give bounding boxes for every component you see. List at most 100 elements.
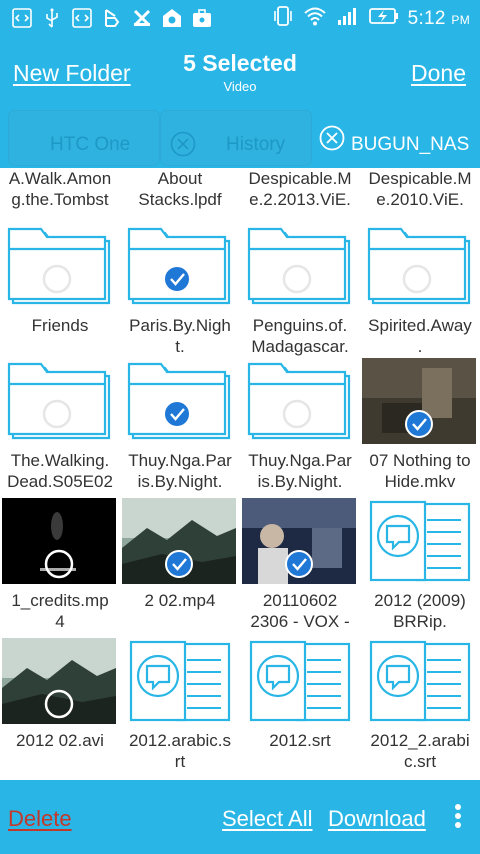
system-icons: 5:12 PM: [272, 5, 470, 32]
video-item[interactable]: 07 Nothing to Hide.mkv: [360, 358, 480, 498]
item-name: Penguins.of. Madagascar.: [251, 316, 349, 356]
item-thumbnail: [245, 638, 355, 724]
vibrate-icon: [272, 5, 294, 32]
download-button[interactable]: Download: [328, 806, 426, 832]
selection-count: 5 Selected: [183, 50, 297, 76]
select-all-button[interactable]: Select All: [222, 806, 313, 832]
folder-icon: [127, 227, 231, 305]
subtitle-file-item[interactable]: 2012 (2009) BRRip.: [360, 498, 480, 638]
item-name: 2012.arabic.s rt: [128, 731, 232, 771]
delete-button[interactable]: Delete: [8, 806, 72, 832]
folder-item[interactable]: Friends: [0, 223, 120, 363]
folder-item[interactable]: The.Walking. Dead.S05E02: [0, 358, 120, 498]
item-thumbnail: [245, 223, 355, 309]
folder-icon: [367, 227, 471, 305]
subtitle-file-item[interactable]: 2012_2.arabi c.srt: [360, 638, 480, 778]
video-item[interactable]: 20110602 2306 - VOX -: [240, 498, 360, 638]
clock-time: 5:12: [407, 7, 446, 29]
x-app-icon: [130, 6, 154, 30]
category-label: Video: [223, 79, 257, 94]
item-name: About Stacks.lpdf: [138, 169, 222, 209]
tab-label: History: [226, 134, 286, 155]
folder-item[interactable]: Spirited.Away.: [360, 223, 480, 363]
status-bar: 5:12 PM: [0, 0, 480, 36]
folder-icon: [7, 227, 111, 305]
code-icon: [10, 6, 34, 30]
overflow-menu-icon[interactable]: [454, 804, 462, 830]
done-button[interactable]: Done: [411, 60, 466, 87]
device-tabs: HTC One History BUGUN_NAS: [0, 106, 480, 168]
file-grid: A.Walk.Amon g.the.Tombst About Stacks.lpdf D…: [0, 168, 480, 780]
video-thumbnail: [122, 498, 236, 584]
folder-item[interactable]: Thuy.Nga.Par is.By.Night.: [240, 358, 360, 498]
item-name: 20110602 2306 - VOX -: [250, 591, 350, 631]
video-thumbnail: [242, 498, 356, 584]
new-folder-button[interactable]: New Folder: [13, 60, 131, 87]
app-header: New Folder 5 Selected Video Done: [0, 36, 480, 106]
item-name: 1_credits.mp 4: [11, 591, 109, 631]
item-thumbnail: [362, 358, 476, 444]
usb-icon: [40, 6, 64, 30]
item-name: Paris.By.Nigh t.: [129, 316, 231, 356]
folder-item[interactable]: Thuy.Nga.Par is.By.Night.: [120, 358, 240, 498]
bluetooth-app-icon: [100, 6, 124, 30]
item-name: 2012 (2009) BRRip.: [374, 591, 466, 631]
item-thumbnail: [125, 358, 235, 444]
tab-label: HTC One: [50, 134, 131, 155]
briefcase-icon: [190, 6, 214, 30]
item-thumbnail: [365, 223, 475, 309]
selected-check-icon: [405, 410, 433, 438]
folder-icon: [127, 362, 231, 440]
item-name: 2 02.mp4: [144, 591, 216, 610]
item-thumbnail: [2, 498, 116, 584]
video-item[interactable]: 2012 02.avi: [0, 638, 120, 778]
item-name: Thuy.Nga.Par is.By.Night.: [248, 451, 352, 491]
tab-history[interactable]: History: [160, 110, 312, 166]
video-item[interactable]: 1_credits.mp 4: [0, 498, 120, 638]
tab-label: BUGUN_NAS: [351, 134, 470, 155]
tab-bugun-nas[interactable]: BUGUN_NAS: [313, 110, 471, 166]
selected-check-icon: [285, 550, 313, 578]
item-name: 2012.srt: [269, 731, 331, 750]
subtitle-file-icon: [369, 640, 471, 722]
folder-item[interactable]: Penguins.of. Madagascar.: [240, 223, 360, 363]
item-thumbnail: [125, 223, 235, 309]
close-tab-icon[interactable]: [319, 125, 345, 151]
subtitle-file-item[interactable]: 2012.arabic.s rt: [120, 638, 240, 778]
home-shield-icon: [160, 6, 184, 30]
clock: 5:12 PM: [408, 8, 470, 30]
selected-check-icon: [163, 265, 191, 293]
subtitle-file-icon: [129, 640, 231, 722]
tab-htc-one[interactable]: HTC One: [8, 110, 160, 166]
folder-icon: [247, 227, 351, 305]
item-thumbnail: [125, 638, 235, 724]
notification-icons: [10, 6, 214, 30]
item-name: Friends: [31, 316, 89, 335]
selection-summary: 5 Selected Video: [150, 50, 330, 94]
close-tab-icon[interactable]: [170, 131, 196, 157]
folder-icon: [7, 362, 111, 440]
folder-item[interactable]: Paris.By.Nigh t.: [120, 223, 240, 363]
selected-check-icon: [163, 400, 191, 428]
item-name: 2012 02.avi: [16, 731, 104, 750]
item-name: A.Walk.Amon g.the.Tombst: [8, 169, 112, 209]
item-name: 2012_2.arabi c.srt: [370, 731, 470, 771]
signal-icon: [336, 5, 360, 32]
item-thumbnail: [2, 638, 116, 724]
item-name: Despicable.M e.2010.ViE.: [368, 169, 472, 209]
bottom-action-bar: Delete Select All Download: [0, 780, 480, 854]
video-thumbnail: [2, 638, 116, 724]
item-thumbnail: [5, 223, 115, 309]
item-thumbnail: [365, 638, 475, 724]
item-thumbnail: [365, 498, 475, 584]
video-thumbnail: [2, 498, 116, 584]
selected-check-icon: [165, 550, 193, 578]
subtitle-file-item[interactable]: 2012.srt: [240, 638, 360, 778]
wifi-icon: [303, 5, 327, 32]
video-thumbnail: [362, 358, 476, 444]
battery-charging-icon: [368, 7, 399, 30]
code-icon: [70, 6, 94, 30]
subtitle-file-icon: [249, 640, 351, 722]
video-item[interactable]: 2 02.mp4: [120, 498, 240, 638]
item-thumbnail: [122, 498, 236, 584]
